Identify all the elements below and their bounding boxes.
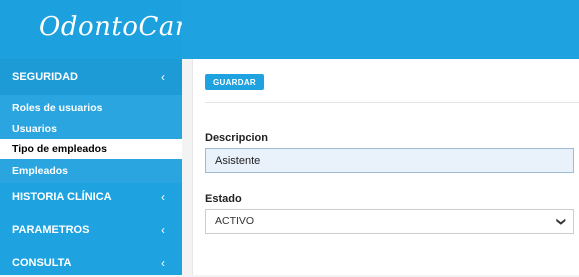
- submenu-seguridad: Roles de usuarios Usuarios Tipo de emple…: [0, 95, 182, 183]
- chevron-left-icon: ‹: [161, 223, 165, 237]
- logo-bar: OdontoCandy: [0, 0, 224, 59]
- sidebar-section-label: HISTORIA CLÍNICA: [12, 191, 112, 203]
- chevron-left-icon: ‹: [161, 190, 165, 204]
- sidebar-item-label: Roles de usuarios: [12, 102, 103, 114]
- top-navbar: [182, 0, 579, 59]
- descripcion-input[interactable]: [205, 148, 574, 173]
- chevron-left-icon: ‹: [161, 256, 165, 270]
- sidebar-section-seguridad[interactable]: SEGURIDAD ‹: [0, 59, 182, 95]
- sidebar-item-label: Empleados: [12, 165, 69, 177]
- sidebar-item-roles-de-usuarios[interactable]: Roles de usuarios: [0, 100, 182, 116]
- sidebar-section-label: PARAMETROS: [12, 224, 90, 236]
- chevron-down-icon: ❯: [555, 216, 566, 227]
- sidebar: OdontoCandy SEGURIDAD ‹ Roles de usuario…: [0, 0, 224, 277]
- sidebar-item-usuarios[interactable]: Usuarios: [0, 121, 182, 137]
- estado-selected-value: ACTIVO: [215, 215, 255, 227]
- sidebar-section-historia-clinica[interactable]: HISTORIA CLÍNICA ‹: [0, 183, 182, 211]
- divider: [205, 102, 579, 103]
- sidebar-section-consulta[interactable]: CONSULTA ‹: [0, 249, 182, 277]
- estado-select[interactable]: ACTIVO ❯: [205, 209, 574, 234]
- sidebar-item-tipo-de-empleados[interactable]: Tipo de empleados: [0, 139, 182, 159]
- sidebar-item-label: Tipo de empleados: [12, 143, 107, 155]
- sidebar-section-parametros[interactable]: PARAMETROS ‹: [0, 216, 182, 244]
- estado-label: Estado: [205, 193, 242, 205]
- sidebar-item-label: Usuarios: [12, 123, 57, 135]
- sidebar-item-empleados[interactable]: Empleados: [0, 163, 182, 179]
- sidebar-section-label: CONSULTA: [12, 257, 72, 269]
- save-button[interactable]: GUARDAR: [205, 74, 264, 90]
- descripcion-label: Descripcion: [205, 132, 268, 144]
- chevron-left-icon: ‹: [161, 70, 165, 84]
- sidebar-section-label: SEGURIDAD: [12, 71, 79, 83]
